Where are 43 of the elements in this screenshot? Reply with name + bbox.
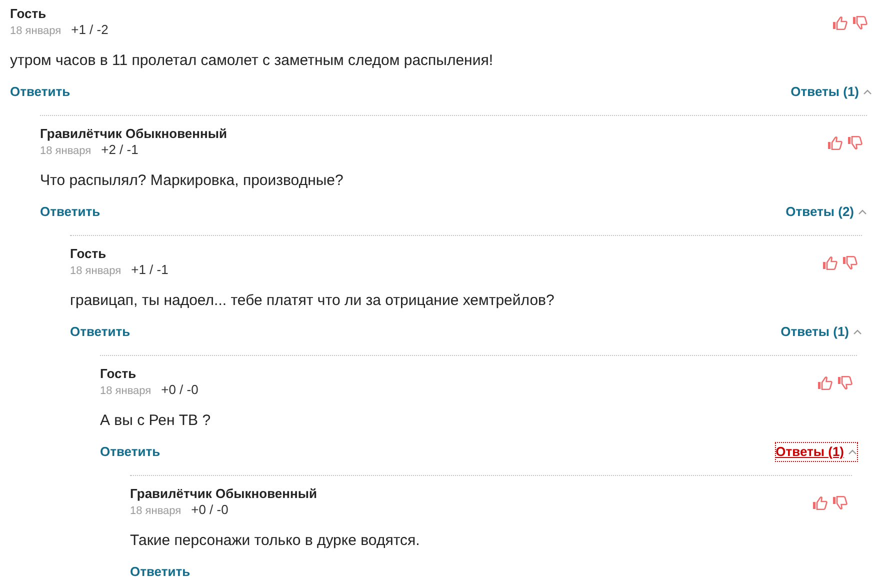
vote-count: +2 / -1 xyxy=(101,142,138,158)
author-name: Гравилётчик Обыкновенный xyxy=(130,486,317,502)
vote-count: +0 / -0 xyxy=(191,502,228,518)
thumbs-up-icon[interactable] xyxy=(817,374,833,390)
comment-date: 18 января xyxy=(40,144,92,159)
thumbs-down-icon[interactable] xyxy=(852,14,868,30)
comment-date: 18 января xyxy=(70,264,122,279)
comment-text: А вы с Рен ТВ ? xyxy=(100,411,212,431)
author-name: Гость xyxy=(10,6,48,22)
thumbs-up-icon[interactable] xyxy=(832,14,848,30)
reply-link[interactable]: Ответить xyxy=(10,83,70,101)
caret-icon xyxy=(853,329,862,335)
vote-count: +0 / -0 xyxy=(161,382,198,398)
author-name: Гость xyxy=(70,246,108,262)
comment-date: 18 января xyxy=(100,384,152,399)
caret-icon xyxy=(848,449,857,455)
thumbs-up-icon[interactable] xyxy=(827,134,843,150)
comment-date: 18 января xyxy=(130,504,182,519)
comment-text: гравицап, ты надоел... тебе платят что ли за отрицание хемтрейлов? xyxy=(70,291,556,311)
thumbs-down-icon[interactable] xyxy=(842,254,858,270)
replies-toggle[interactable]: Ответы (1) xyxy=(780,323,862,341)
comment-text: утром часов в 11 пролетал самолет с заметным следом распыления! xyxy=(10,51,494,71)
vote-count: +1 / -2 xyxy=(71,22,108,38)
comment-date: 18 января xyxy=(10,24,62,39)
caret-icon xyxy=(863,89,872,95)
vote-count: +1 / -1 xyxy=(131,262,168,278)
author-name: Гравилётчик Обыкновенный xyxy=(40,126,227,142)
comment-text: Такие персонажи только в дурке водятся. xyxy=(130,531,421,551)
replies-toggle[interactable]: Ответы (2) xyxy=(786,203,867,221)
caret-icon xyxy=(858,209,867,215)
thumbs-down-icon[interactable] xyxy=(837,374,853,390)
thumbs-up-icon[interactable] xyxy=(822,254,838,270)
replies-toggle[interactable]: Ответы (1) xyxy=(776,443,857,461)
replies-toggle[interactable]: Ответы (1) xyxy=(790,83,872,101)
reply-link[interactable]: Ответить xyxy=(100,443,160,461)
comment-text: Что распылял? Маркировка, производные? xyxy=(40,171,344,191)
reply-link[interactable]: Ответить xyxy=(70,323,130,341)
thumbs-down-icon[interactable] xyxy=(832,494,848,510)
reply-link[interactable]: Ответить xyxy=(130,563,190,580)
reply-link[interactable]: Ответить xyxy=(40,203,100,221)
thumbs-down-icon[interactable] xyxy=(847,134,863,150)
author-name: Гость xyxy=(100,366,138,382)
thumbs-up-icon[interactable] xyxy=(812,494,828,510)
